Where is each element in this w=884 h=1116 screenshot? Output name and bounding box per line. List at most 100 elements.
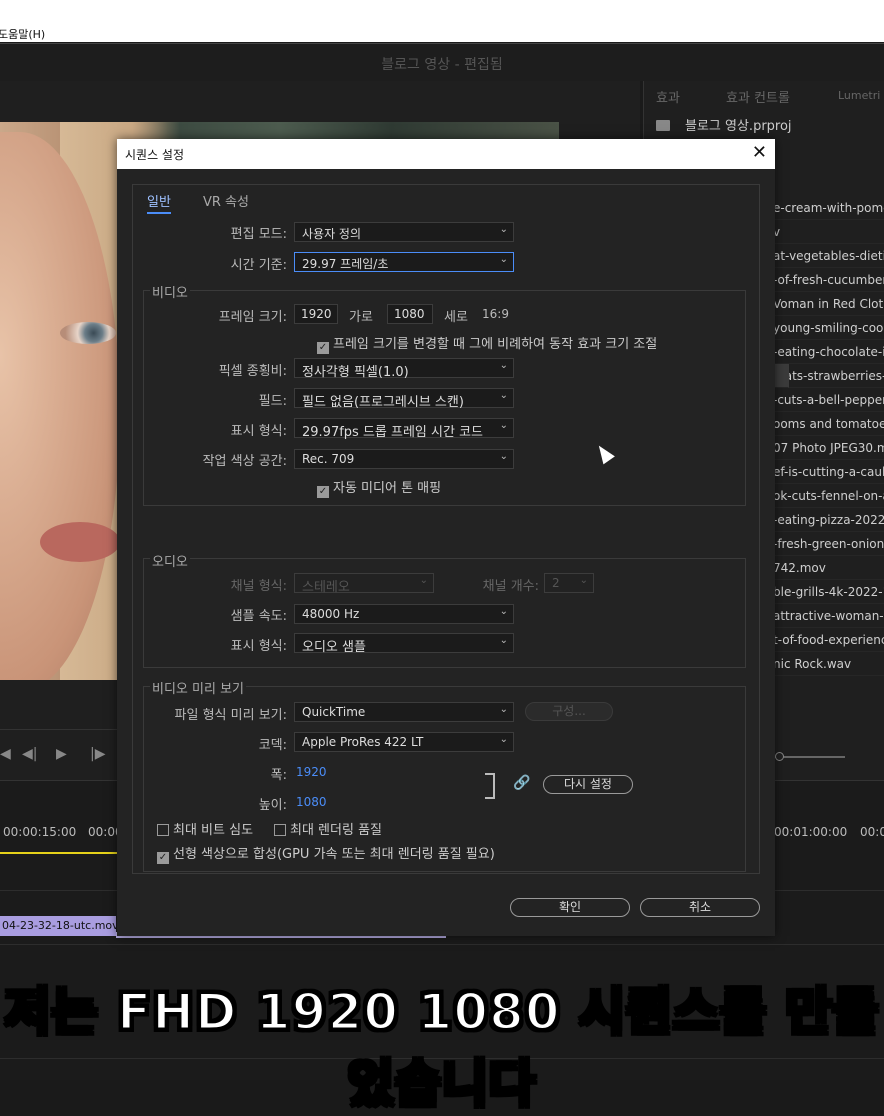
vertical-label: 세로 — [444, 310, 468, 325]
monitor-ruler[interactable] — [0, 710, 120, 730]
zoom-slider[interactable] — [775, 752, 845, 761]
timebase-select[interactable]: 29.97 프레임/초 ⌄ — [294, 252, 514, 272]
list-item[interactable]: -of-fresh-cucumber-f — [773, 268, 884, 292]
timecode-label: 00:01:00:00 — [774, 825, 848, 839]
list-item-selected[interactable] — [773, 364, 789, 388]
preview-format-select[interactable]: QuickTime ⌄ — [294, 702, 514, 722]
pixel-aspect-value: 정사각형 픽셀(1.0) — [302, 365, 409, 380]
timebase-label: 시간 기준: — [230, 258, 287, 273]
list-item[interactable]: ok-cuts-fennel-on-a- — [773, 484, 884, 508]
list-item[interactable]: -eating-chocolate-in — [773, 340, 884, 364]
fields-select[interactable]: 필드 없음(프로그레시브 스캔) ⌄ — [294, 388, 514, 410]
channel-format-label: 채널 형식: — [230, 579, 287, 594]
list-item[interactable]: ble-grills-4k-2022-1 — [773, 580, 884, 604]
chain-link-icon[interactable]: 🔗 — [513, 775, 530, 791]
auto-tonemap-label: 자동 미디어 톤 매핑 — [333, 481, 442, 496]
scale-motion-label: 프레임 크기를 변경할 때 그에 비례하여 동작 효과 크기 조절 — [333, 337, 658, 352]
chevron-down-icon: ⌄ — [499, 704, 508, 715]
chevron-down-icon: ⌄ — [499, 254, 508, 265]
list-item[interactable]: 07 Photo JPEG30.mo — [773, 436, 884, 460]
list-item[interactable]: attractive-woman-in-a — [773, 604, 884, 628]
color-space-value: Rec. 709 — [302, 452, 355, 466]
tab-effects[interactable]: 효과 — [656, 87, 680, 106]
chevron-down-icon: ⌄ — [499, 734, 508, 745]
step-back-icon[interactable]: ◀ — [0, 746, 11, 762]
play-icon[interactable]: ▶ — [56, 746, 67, 762]
codec-select[interactable]: Apple ProRes 422 LT ⌄ — [294, 732, 514, 752]
linear-color-checkbox[interactable]: ✓ 선형 색상으로 합성(GPU 가속 또는 최대 렌더링 품질 필요) — [157, 843, 495, 864]
edit-mode-value: 사용자 정의 — [302, 227, 362, 241]
list-item[interactable]: at-vegetables-dieting — [773, 244, 884, 268]
max-bit-depth-checkbox[interactable]: 최대 비트 심도 — [157, 819, 253, 838]
color-space-select[interactable]: Rec. 709 ⌄ — [294, 449, 514, 469]
audio-display-format-select[interactable]: 오디오 샘플 ⌄ — [294, 633, 514, 655]
ok-button[interactable]: 확인 — [510, 898, 630, 917]
codec-label: 코덱: — [258, 738, 287, 753]
list-item[interactable]: young-smiling-cooks- — [773, 316, 884, 340]
list-item[interactable]: ef-is-cutting-a-caulifl — [773, 460, 884, 484]
edit-mode-select[interactable]: 사용자 정의 ⌄ — [294, 222, 514, 242]
checkbox-check-icon[interactable]: ✓ — [317, 342, 329, 354]
auto-tonemap-checkbox[interactable]: ✓ 자동 미디어 톤 매핑 — [317, 477, 441, 498]
linear-color-label: 선형 색상으로 합성(GPU 가속 또는 최대 렌더링 품질 필요) — [173, 847, 495, 862]
work-area-bar[interactable] — [0, 852, 120, 854]
video-section-header: 비디오 — [150, 282, 190, 301]
preview-height-label: 높이: — [258, 798, 287, 813]
dialog-title: 시퀀스 설정 — [125, 148, 185, 162]
folder-icon — [656, 120, 670, 131]
zoom-slider-knob[interactable] — [775, 752, 784, 761]
chevron-down-icon: ⌄ — [499, 635, 508, 646]
max-bit-depth-label: 최대 비트 심도 — [173, 823, 254, 838]
horizontal-label: 가로 — [349, 310, 373, 325]
sequence-settings-dialog: 시퀀스 설정 ✕ 일반 VR 속성 편집 모드: 사용자 정의 ⌄ 시간 기준: … — [117, 139, 775, 936]
list-item[interactable]: t-of-food-experience — [773, 628, 884, 652]
display-format-select[interactable]: 29.97fps 드롭 프레임 시간 코드 ⌄ — [294, 418, 514, 440]
checkbox-check-icon[interactable]: ✓ — [157, 852, 169, 864]
preview-width-value[interactable]: 1920 — [296, 765, 327, 779]
list-item[interactable]: -eating-pizza-2022- — [773, 508, 884, 532]
checkbox-check-icon[interactable]: ✓ — [317, 486, 329, 498]
list-item[interactable]: 742.mov — [773, 556, 884, 580]
list-item[interactable]: Voman in Red Clothe — [773, 292, 884, 316]
list-item[interactable]: -fresh-green-onions- — [773, 532, 884, 556]
checkbox-icon[interactable] — [157, 824, 169, 836]
step-back-frame-icon[interactable]: ◀| — [22, 746, 37, 762]
cancel-button[interactable]: 취소 — [640, 898, 760, 917]
close-icon[interactable]: ✕ — [752, 142, 767, 163]
chevron-down-icon: ⌄ — [419, 575, 428, 586]
chevron-down-icon: ⌄ — [499, 360, 508, 371]
step-forward-frame-icon[interactable]: |▶ — [90, 746, 105, 762]
max-render-quality-checkbox[interactable]: 최대 렌더링 품질 — [274, 819, 382, 838]
aspect-ratio: 16:9 — [482, 307, 509, 321]
preview-format-value: QuickTime — [302, 705, 366, 719]
list-item[interactable]: -eats-strawberries-2 — [773, 364, 884, 388]
tab-effect-controls[interactable]: 효과 컨트롤 — [726, 87, 790, 106]
display-format-label: 표시 형식: — [230, 424, 287, 439]
list-item[interactable]: e-cream-with-pomeg — [773, 196, 884, 220]
reset-button[interactable]: 다시 설정 — [543, 775, 633, 794]
tab-vr-properties[interactable]: VR 속성 — [203, 191, 249, 210]
tab-lumetri[interactable]: Lumetri — [838, 89, 880, 102]
frame-width-input[interactable]: 1920 — [294, 304, 338, 324]
timeline-clip[interactable]: 04-23-32-18-utc.mov — [0, 916, 116, 936]
preview-height-value[interactable]: 1080 — [296, 795, 327, 809]
timecode-label: 00:0 — [860, 825, 884, 839]
list-item[interactable]: ooms and tomatoes 5 — [773, 412, 884, 436]
frame-height-input[interactable]: 1080 — [387, 304, 433, 324]
list-item[interactable]: -cuts-a-bell-pepper- — [773, 388, 884, 412]
project-name: 블로그 영상.prproj — [685, 119, 792, 134]
timebase-value: 29.97 프레임/초 — [302, 257, 389, 271]
app-title: 블로그 영상 - 편집됨 — [381, 57, 503, 73]
list-item[interactable]: nic Rock.wav — [773, 652, 884, 676]
menu-help[interactable]: 도움말(H) — [0, 26, 45, 42]
color-space-label: 작업 색상 공간: — [202, 454, 287, 469]
audio-display-format-value: 오디오 샘플 — [302, 640, 366, 655]
audio-display-format-label: 표시 형식: — [230, 639, 287, 654]
sample-rate-select[interactable]: 48000 Hz ⌄ — [294, 604, 514, 624]
checkbox-icon[interactable] — [274, 824, 286, 836]
tab-general[interactable]: 일반 — [147, 191, 171, 214]
scale-motion-checkbox[interactable]: ✓ 프레임 크기를 변경할 때 그에 비례하여 동작 효과 크기 조절 — [317, 333, 657, 354]
video-caption: 저는 FHD 1920 1080 시퀀스를 만들었습니다 — [3, 982, 880, 1115]
list-item[interactable]: v — [773, 220, 884, 244]
pixel-aspect-select[interactable]: 정사각형 픽셀(1.0) ⌄ — [294, 358, 514, 380]
